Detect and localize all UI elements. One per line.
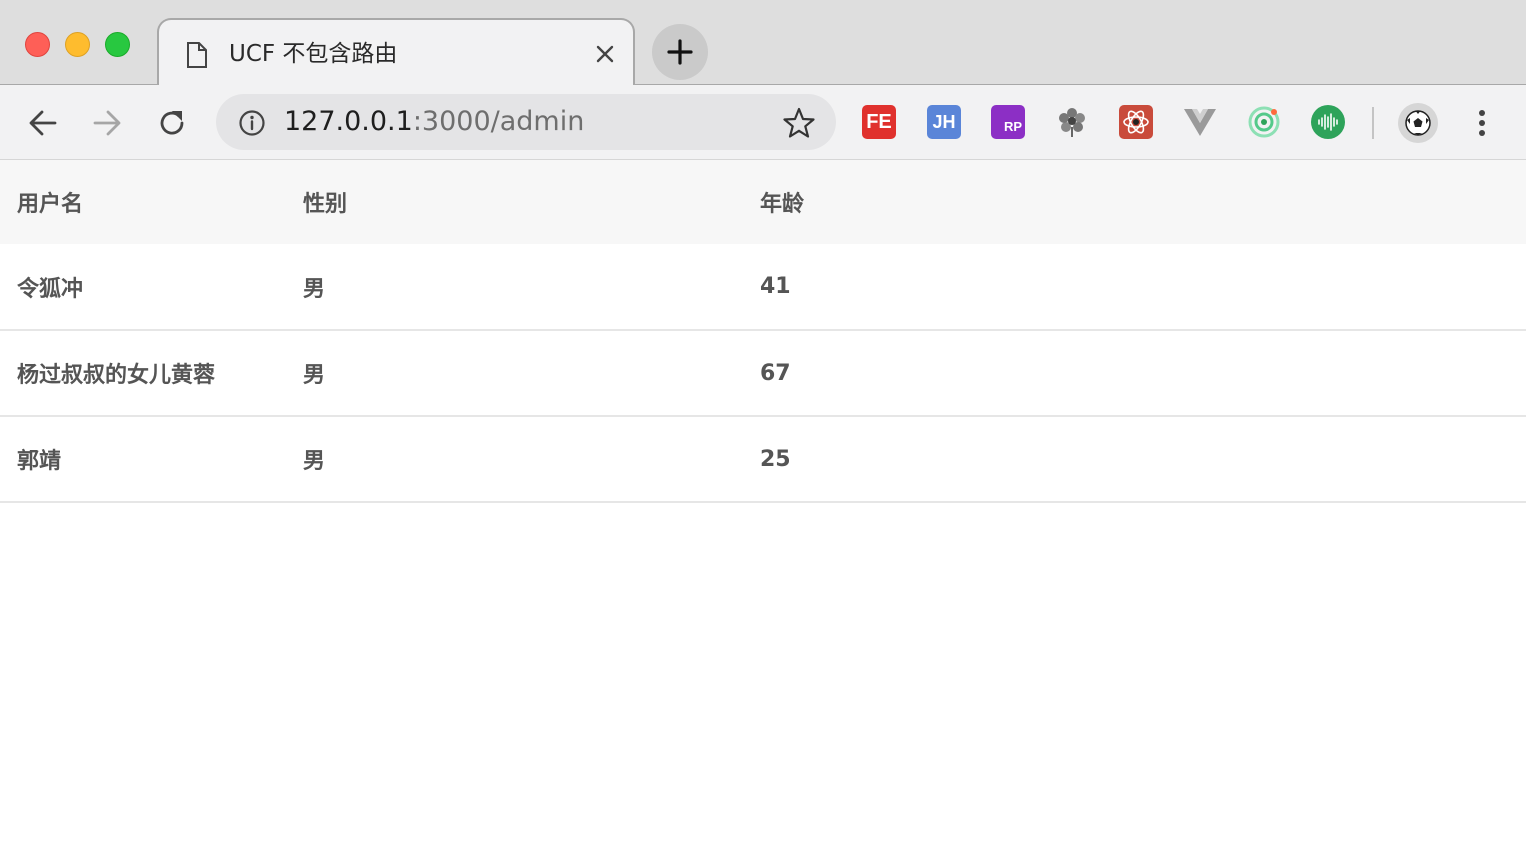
soccer-ball-icon: [1405, 110, 1431, 136]
page-content: 用户名 性别 年龄 令狐冲 男 41 杨过叔叔的女儿黄蓉 男 67 郭靖 男 2…: [0, 160, 1526, 850]
tab-title: UCF 不包含路由: [229, 41, 398, 67]
fe-extension-label: FE: [866, 111, 892, 133]
table-row: 杨过叔叔的女儿黄蓉 男 67: [0, 330, 1526, 417]
jsonhandle-extension-icon[interactable]: JH: [927, 105, 961, 139]
cell-username: 令狐冲: [0, 244, 286, 331]
cell-age: 67: [743, 330, 1526, 417]
window-maximize-button[interactable]: [105, 32, 130, 57]
window-close-button[interactable]: [25, 32, 50, 57]
close-tab-icon[interactable]: [593, 42, 617, 66]
axure-rp-extension-icon[interactable]: RP: [991, 105, 1025, 139]
target-ring-extension-icon[interactable]: [1247, 105, 1281, 139]
atom-icon: [1123, 110, 1149, 134]
bookmark-star-icon[interactable]: [782, 106, 816, 140]
waveform-icon: [1318, 113, 1338, 131]
column-header-age: 年龄: [760, 192, 805, 217]
fehelper-extension-icon[interactable]: FE: [862, 105, 896, 139]
table-row: 郭靖 男 25: [0, 416, 1526, 503]
vue-devtools-extension-icon[interactable]: [1183, 105, 1217, 139]
rp-extension-label: RP: [1003, 119, 1023, 134]
flower-extension-icon[interactable]: [1055, 105, 1089, 139]
info-icon[interactable]: [238, 109, 266, 137]
url-text[interactable]: 127.0.0.1:3000/admin: [284, 105, 584, 139]
react-devtools-extension-icon[interactable]: [1119, 105, 1153, 139]
browser-toolbar: 127.0.0.1:3000/admin FE JH RP: [0, 85, 1526, 160]
tab-strip: UCF 不包含路由: [0, 0, 1526, 86]
forward-arrow-icon[interactable]: [89, 105, 125, 141]
cell-username: 杨过叔叔的女儿黄蓉: [0, 330, 286, 417]
column-header-gender: 性别: [303, 192, 348, 217]
browser-tab[interactable]: UCF 不包含路由: [157, 18, 635, 86]
table-body: 令狐冲 男 41 杨过叔叔的女儿黄蓉 男 67 郭靖 男 25: [0, 244, 1526, 503]
window-minimize-button[interactable]: [65, 32, 90, 57]
header-row: 用户名 性别 年龄: [0, 160, 1526, 244]
url-path: :3000/admin: [412, 106, 585, 137]
back-arrow-icon[interactable]: [25, 105, 61, 141]
jh-extension-label: JH: [932, 112, 956, 132]
url-host: 127.0.0.1: [284, 106, 413, 137]
profile-avatar[interactable]: [1398, 103, 1438, 143]
address-bar[interactable]: 127.0.0.1:3000/admin: [216, 94, 836, 150]
plus-icon: [667, 39, 693, 65]
column-header-username: 用户名: [17, 192, 84, 217]
cell-gender: 男: [286, 244, 743, 331]
more-menu-icon[interactable]: [1470, 105, 1494, 141]
cell-gender: 男: [286, 416, 743, 503]
table-row: 令狐冲 男 41: [0, 244, 1526, 331]
users-table: 用户名 性别 年龄 令狐冲 男 41 杨过叔叔的女儿黄蓉 男 67 郭靖 男 2…: [0, 160, 1526, 503]
reload-icon[interactable]: [154, 105, 190, 141]
document-icon: [187, 42, 207, 68]
cell-age: 25: [743, 416, 1526, 503]
new-tab-button[interactable]: [652, 24, 708, 80]
toolbar-divider: [1372, 107, 1374, 139]
table-header: 用户名 性别 年龄: [0, 160, 1526, 244]
cell-gender: 男: [286, 330, 743, 417]
cell-username: 郭靖: [0, 416, 286, 503]
cell-age: 41: [743, 244, 1526, 331]
audio-wave-extension-icon[interactable]: [1311, 105, 1345, 139]
